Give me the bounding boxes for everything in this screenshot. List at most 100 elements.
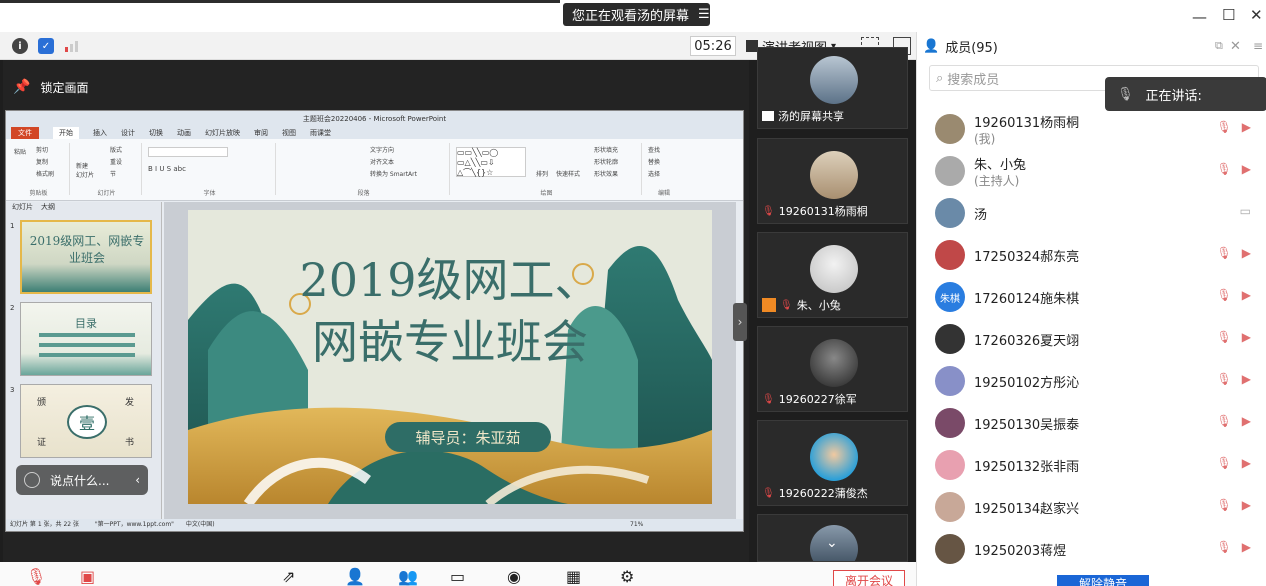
record-icon[interactable]: ◉ <box>507 567 521 586</box>
popout-icon[interactable]: ⧉ <box>1215 39 1223 53</box>
signal-icon[interactable] <box>64 38 80 54</box>
video-tile[interactable]: ⌄ <box>757 514 908 562</box>
member-row[interactable]: 17250324郝东亮 🎙 ▶ <box>917 234 1266 276</box>
member-row[interactable]: 19250134赵家兴 🎙 ▶ <box>917 486 1266 528</box>
ppt-tab[interactable]: 雨课堂 <box>310 127 331 139</box>
mic-muted-icon[interactable]: 🎙 <box>1217 372 1232 386</box>
paste-button[interactable]: 粘贴 <box>14 147 26 156</box>
zoom-level[interactable]: 71% <box>630 519 643 531</box>
camera-off-icon[interactable]: ▶ <box>1242 372 1251 386</box>
video-tile[interactable]: 🎙 朱、小兔 <box>757 232 908 318</box>
current-slide[interactable]: 2019级网工、 网嵌专业班会 辅导员：朱亚茹 <box>188 210 712 504</box>
minimize-icon[interactable]: — <box>1192 8 1207 26</box>
ppt-tab[interactable]: 视图 <box>282 127 296 139</box>
slide-thumbnail[interactable]: 颁 发 证 书 壹 <box>20 384 152 458</box>
mic-muted-icon[interactable]: 🎙 <box>1217 120 1232 134</box>
ppt-tab[interactable]: 开始 <box>53 127 79 139</box>
chevron-left-icon[interactable]: ‹ <box>135 473 140 487</box>
chat-input-overlay[interactable]: 说点什么... ‹ <box>16 465 148 495</box>
collapse-tiles-button[interactable]: › <box>733 303 747 341</box>
mic-muted-icon[interactable]: 🎙 <box>1217 414 1232 428</box>
member-row[interactable]: 19250203蒋煜 🎙 ▶ <box>917 528 1266 570</box>
thumb-tab-outline[interactable]: 大纲 <box>41 202 55 214</box>
apps-icon[interactable]: ▦ <box>566 567 581 586</box>
mic-muted-icon[interactable]: 🎙 <box>1217 162 1232 176</box>
camera-off-icon[interactable]: ▶ <box>1242 120 1251 134</box>
close-icon[interactable]: ✕ <box>1250 6 1263 24</box>
camera-off-icon[interactable]: ▶ <box>1242 288 1251 302</box>
camera-off-icon[interactable]: ▶ <box>1242 414 1251 428</box>
info-icon[interactable]: i <box>12 38 28 54</box>
video-tile[interactable]: 🎙 19260222蒲俊杰 <box>757 420 908 506</box>
ppt-tab[interactable]: 文件 <box>11 127 39 139</box>
shield-icon[interactable]: ✓ <box>38 38 54 54</box>
copy-button[interactable]: 复制 <box>36 157 48 166</box>
maximize-icon[interactable]: ☐ <box>1222 6 1235 24</box>
section-button[interactable]: 节 <box>110 169 116 178</box>
menu-icon[interactable]: ☰ <box>698 7 710 22</box>
chat-icon[interactable]: ▭ <box>450 567 465 586</box>
ppt-tab[interactable]: 动画 <box>177 127 191 139</box>
shape-fill-button[interactable]: 形状填充 <box>594 145 618 154</box>
thumb-tab-slides[interactable]: 幻灯片 <box>12 202 33 214</box>
font-style-buttons[interactable]: B I U S abc <box>148 165 186 173</box>
mic-muted-icon[interactable]: 🎙 <box>1217 540 1232 554</box>
shape-effects-button[interactable]: 形状效果 <box>594 169 618 178</box>
ppt-tab[interactable]: 幻灯片放映 <box>205 127 240 139</box>
mic-muted-icon[interactable]: 🎙 <box>26 567 46 586</box>
reset-button[interactable]: 重设 <box>110 157 122 166</box>
ppt-tab[interactable]: 插入 <box>93 127 107 139</box>
screen-share-banner[interactable]: 您正在观看汤的屏幕 ☰ <box>563 3 710 26</box>
camera-off-icon[interactable]: ▶ <box>1242 498 1251 512</box>
member-row[interactable]: 19260131杨雨桐 (我) 🎙 ▶ <box>917 108 1266 150</box>
member-row[interactable]: 19250130吴振泰 🎙 ▶ <box>917 402 1266 444</box>
ppt-tab[interactable]: 设计 <box>121 127 135 139</box>
member-row[interactable]: 17260326夏天翊 🎙 ▶ <box>917 318 1266 360</box>
mic-muted-icon[interactable]: 🎙 <box>1217 330 1232 344</box>
font-family-select[interactable] <box>148 147 228 157</box>
camera-off-icon[interactable]: ▣ <box>80 567 95 586</box>
quick-styles-button[interactable]: 快速样式 <box>556 169 580 178</box>
member-row[interactable]: 汤 ▭ <box>917 192 1266 234</box>
member-row[interactable]: 19250132张非雨 🎙 ▶ <box>917 444 1266 486</box>
share-screen-icon[interactable]: ⇗ <box>282 567 295 586</box>
camera-off-icon[interactable]: ▶ <box>1242 246 1251 260</box>
format-painter-button[interactable]: 格式刷 <box>36 169 54 178</box>
menu-icon[interactable]: ≡ <box>1253 39 1263 53</box>
smiley-icon[interactable] <box>24 472 40 488</box>
unmute-all-button[interactable]: 解除静音 <box>1057 575 1149 586</box>
mic-muted-icon[interactable]: 🎙 <box>1217 288 1232 302</box>
member-row[interactable]: 朱、小兔 (主持人) 🎙 ▶ <box>917 150 1266 192</box>
slide-thumbnail[interactable]: 目录 <box>20 302 152 376</box>
member-row[interactable]: 19250102方彤沁 🎙 ▶ <box>917 360 1266 402</box>
select-button[interactable]: 选择 <box>648 169 660 178</box>
camera-off-icon[interactable]: ▶ <box>1242 162 1251 176</box>
new-slide-button[interactable]: 新建 幻灯片 <box>76 161 94 179</box>
layout-button[interactable]: 版式 <box>110 145 122 154</box>
mic-muted-icon[interactable]: 🎙 <box>1217 246 1232 260</box>
shapes-gallery[interactable]: ▭▭╲╲▭◯ ▭△╲╲▭⇩ △⌒╲{}☆ <box>456 147 526 177</box>
members-icon[interactable]: 👥 <box>398 567 418 586</box>
text-direction-button[interactable]: 文字方向 <box>370 145 394 154</box>
gear-icon[interactable]: ⚙ <box>620 567 634 586</box>
slide-thumbnail[interactable]: 2019级网工、网嵌专业班会 <box>20 220 152 294</box>
smartart-button[interactable]: 转换为 SmartArt <box>370 169 417 178</box>
arrange-button[interactable]: 排列 <box>536 169 548 178</box>
camera-off-icon[interactable]: ▶ <box>1242 330 1251 344</box>
ppt-tab[interactable]: 审阅 <box>254 127 268 139</box>
shape-outline-button[interactable]: 形状轮廓 <box>594 157 618 166</box>
lock-view-button[interactable]: 📌 锁定画面 <box>13 74 88 100</box>
chevron-down-icon[interactable]: ⌄ <box>826 535 838 551</box>
align-text-button[interactable]: 对齐文本 <box>370 157 394 166</box>
video-tile[interactable]: 🎙 19260227徐军 <box>757 326 908 412</box>
cut-button[interactable]: 剪切 <box>36 145 48 154</box>
video-tile[interactable]: 🎙 19260131杨雨桐 <box>757 138 908 224</box>
mic-muted-icon[interactable]: 🎙 <box>1217 456 1232 470</box>
ppt-tab[interactable]: 切换 <box>149 127 163 139</box>
add-member-icon[interactable]: 👤 <box>345 567 365 586</box>
mic-muted-icon[interactable]: 🎙 <box>1217 498 1232 512</box>
replace-button[interactable]: 替换 <box>648 157 660 166</box>
find-button[interactable]: 查找 <box>648 145 660 154</box>
member-row[interactable]: 朱棋 17260124施朱棋 🎙 ▶ <box>917 276 1266 318</box>
close-panel-icon[interactable]: ✕ <box>1230 39 1241 54</box>
